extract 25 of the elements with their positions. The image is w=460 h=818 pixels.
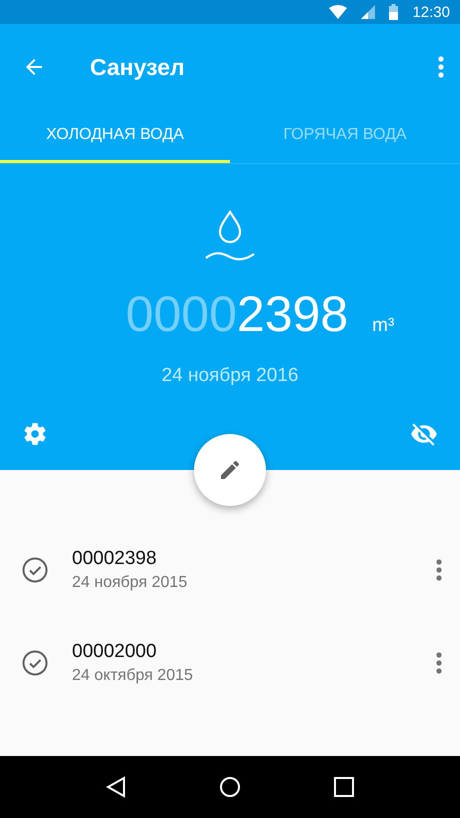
meter-date: 24 ноября 2016 bbox=[162, 365, 298, 387]
row-more-button[interactable] bbox=[436, 652, 442, 674]
status-time: 12:30 bbox=[412, 4, 450, 20]
reading-date: 24 ноября 2015 bbox=[72, 574, 188, 592]
meter-unit: m³ bbox=[372, 315, 394, 337]
row-more-button[interactable] bbox=[436, 559, 442, 581]
edit-button[interactable] bbox=[194, 434, 266, 506]
tab[interactable]: ХОЛОДНАЯ ВОДА bbox=[0, 110, 230, 163]
pencil-icon bbox=[218, 458, 242, 482]
home-nav-button[interactable] bbox=[218, 776, 241, 798]
settings-button[interactable] bbox=[22, 420, 48, 448]
battery-icon bbox=[389, 4, 398, 20]
reading-value: 00002398 bbox=[72, 548, 158, 570]
reading-date: 24 октября 2015 bbox=[72, 667, 194, 685]
meter-value: 2398 bbox=[236, 285, 348, 343]
screen-title: Санузел bbox=[90, 54, 186, 80]
water-drop-icon bbox=[204, 209, 256, 263]
back-nav-button[interactable] bbox=[106, 776, 126, 798]
signal-icon bbox=[361, 5, 376, 19]
more-button[interactable] bbox=[438, 56, 444, 78]
meter-leading-zeros: 0000 bbox=[126, 285, 237, 343]
tab[interactable]: ГОРЯЧАЯ ВОДА bbox=[230, 110, 460, 163]
recents-nav-button[interactable] bbox=[334, 777, 354, 797]
wifi-icon bbox=[329, 5, 348, 19]
reading-value: 00002000 bbox=[72, 641, 158, 663]
